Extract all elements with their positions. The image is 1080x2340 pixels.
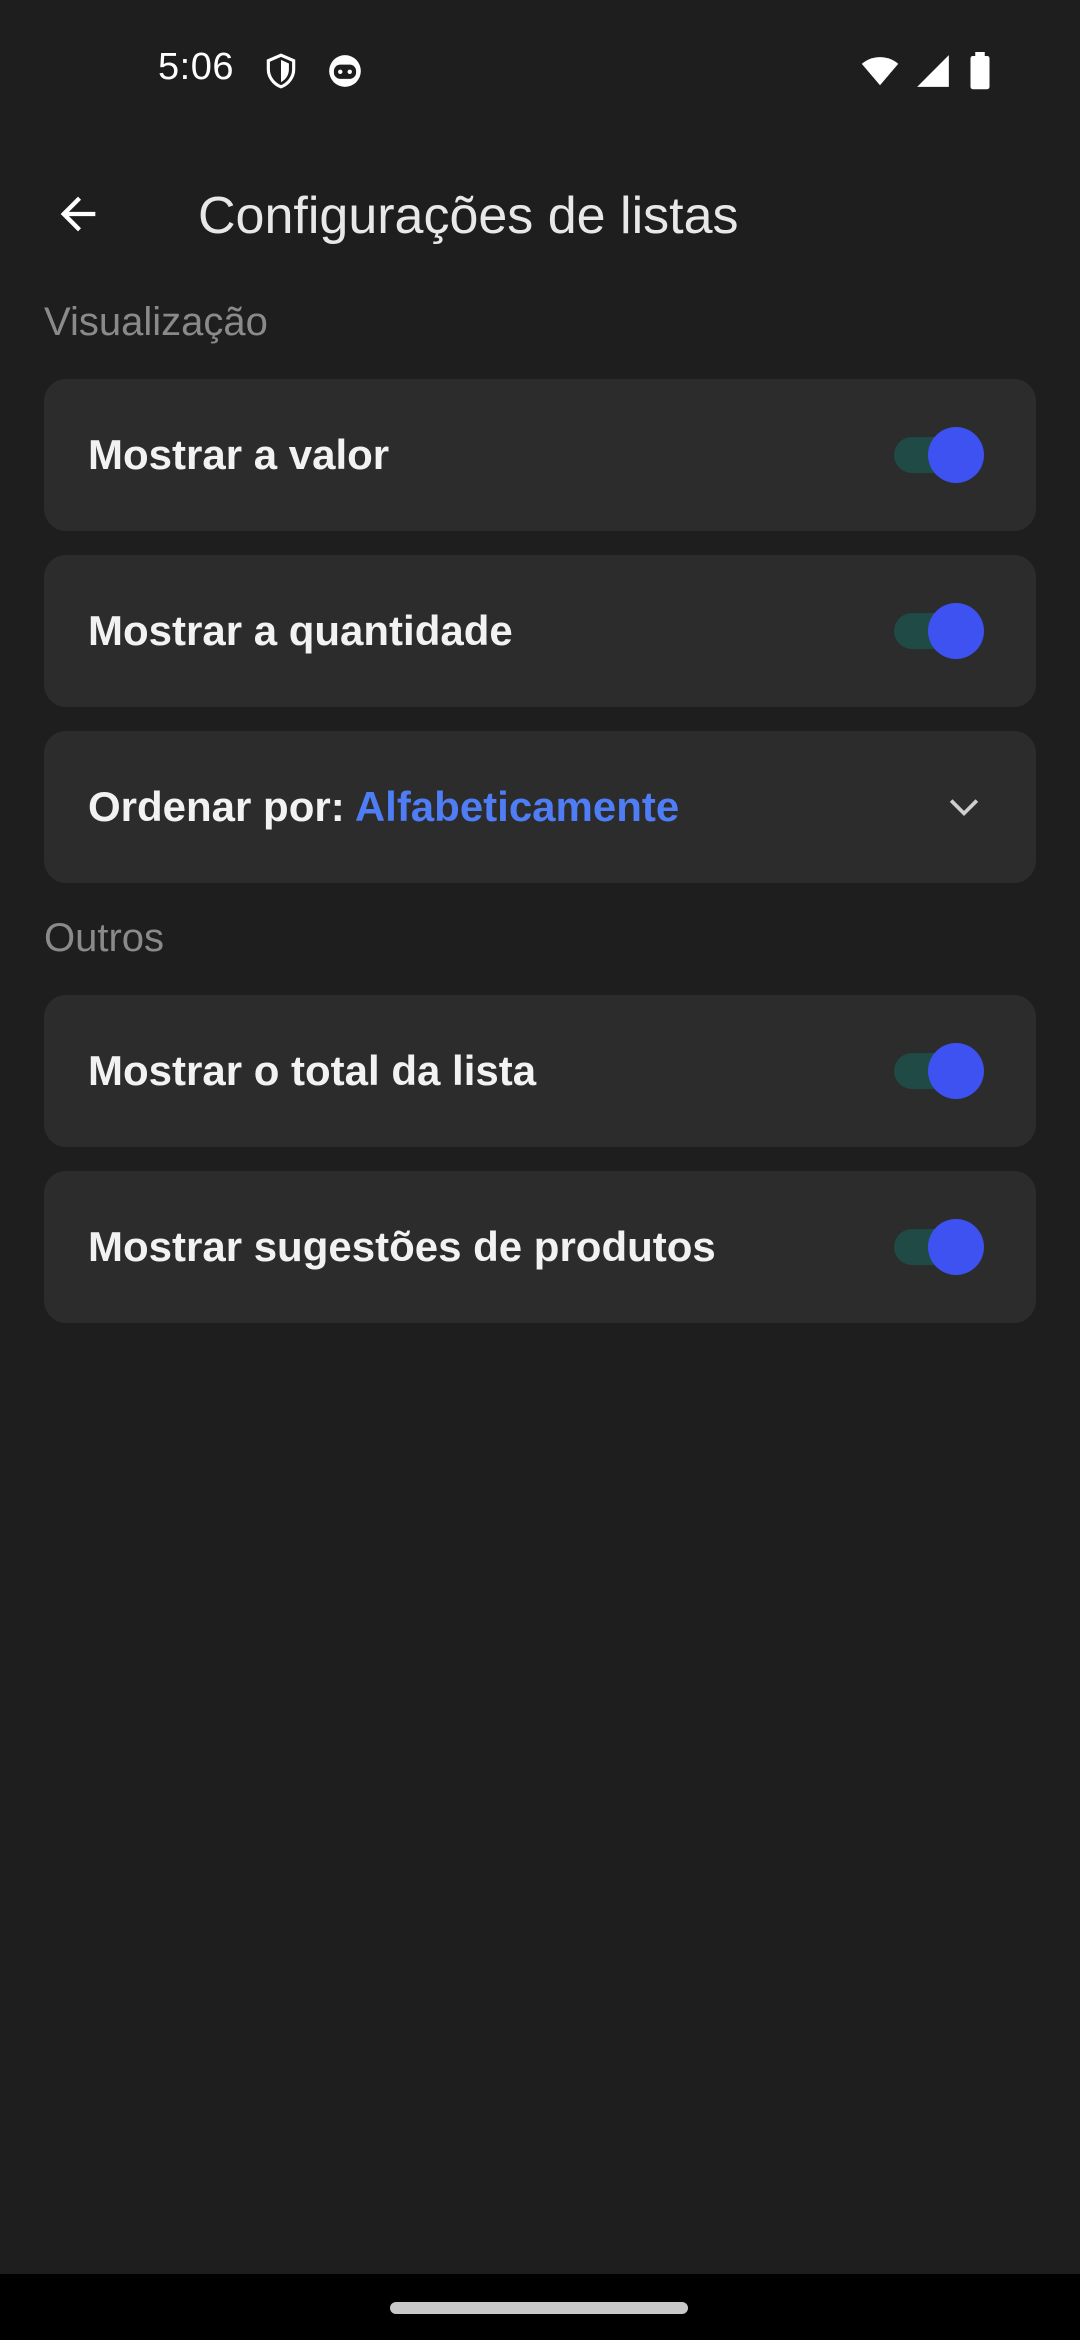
battery-icon — [968, 52, 1006, 90]
toggle-thumb — [928, 427, 984, 483]
toggle-thumb — [928, 1043, 984, 1099]
toggle-thumb — [928, 1219, 984, 1275]
setting-label: Mostrar sugestões de produtos — [88, 1223, 716, 1270]
navigation-bar — [0, 2274, 1080, 2340]
setting-label: Mostrar a valor — [88, 431, 390, 478]
settings-screen: 5:06 Configurações de listas Visualizaçã… — [0, 0, 1080, 2340]
section-header-visualizacao: Visualização — [44, 300, 268, 344]
sort-by-label: Ordenar por: — [88, 783, 355, 830]
back-button[interactable] — [40, 178, 116, 254]
setting-show-value[interactable]: Mostrar a valor — [44, 379, 1036, 531]
status-right-icons — [860, 52, 1006, 90]
show-list-total-toggle[interactable] — [894, 1043, 984, 1099]
page-title: Configurações de listas — [198, 187, 739, 245]
app-bar: Configurações de listas — [0, 160, 1080, 270]
home-indicator[interactable] — [390, 2302, 688, 2314]
show-value-toggle[interactable] — [894, 427, 984, 483]
section-header-outros: Outros — [44, 916, 165, 960]
setting-show-list-total[interactable]: Mostrar o total da lista — [44, 995, 1036, 1147]
status-bar: 5:06 — [0, 0, 1080, 140]
setting-label: Mostrar o total da lista — [88, 1047, 537, 1094]
setting-show-product-suggestions[interactable]: Mostrar sugestões de produtos — [44, 1171, 1036, 1323]
toggle-thumb — [928, 603, 984, 659]
status-time: 5:06 — [158, 46, 234, 88]
arrow-back-icon — [52, 188, 104, 245]
sort-by-row: Ordenar por: Alfabeticamente — [88, 783, 679, 831]
chevron-down-icon[interactable] — [942, 785, 986, 829]
show-quantity-toggle[interactable] — [894, 603, 984, 659]
setting-label: Mostrar a quantidade — [88, 607, 513, 654]
shield-icon — [262, 52, 300, 90]
setting-sort-by-dropdown[interactable]: Ordenar por: Alfabeticamente — [44, 731, 1036, 883]
status-left-icons — [262, 52, 364, 90]
wifi-icon — [860, 52, 899, 90]
android-face-icon — [326, 52, 364, 90]
setting-show-quantity[interactable]: Mostrar a quantidade — [44, 555, 1036, 707]
show-product-suggestions-toggle[interactable] — [894, 1219, 984, 1275]
sort-by-value: Alfabeticamente — [354, 783, 680, 830]
cell-signal-icon — [914, 52, 952, 90]
